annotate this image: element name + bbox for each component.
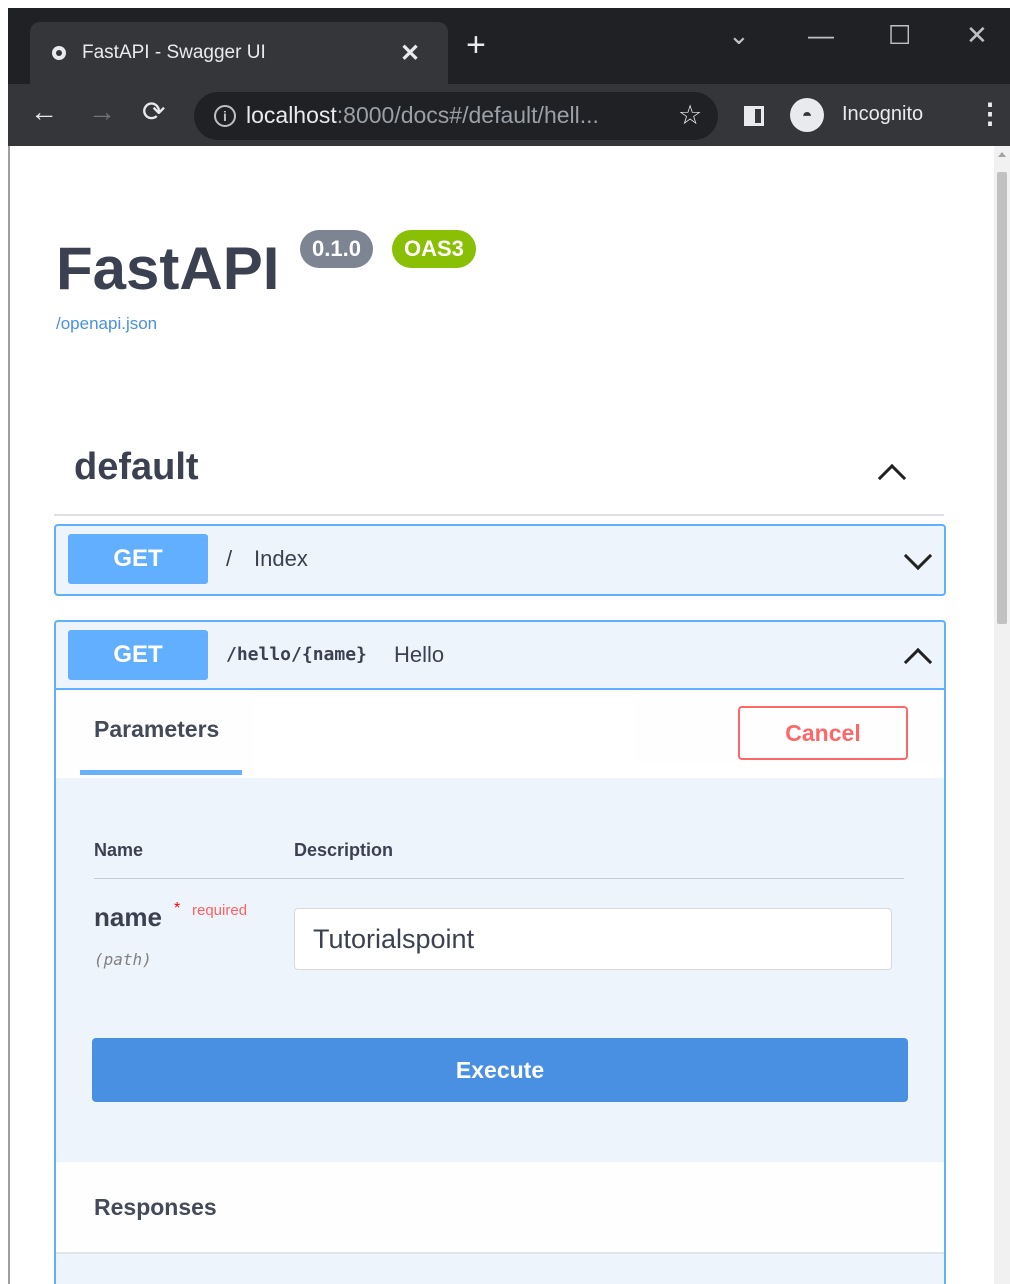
responses-header: Responses <box>56 1162 944 1254</box>
incognito-icon[interactable]: ◓ <box>790 98 824 132</box>
page-title: FastAPI <box>56 235 280 302</box>
tab-parameters[interactable]: Parameters <box>94 716 219 743</box>
parameters-header: Parameters Cancel <box>56 690 944 778</box>
tab-close-icon[interactable]: ✕ <box>400 39 420 68</box>
opblock-get-index: GET / Index <box>54 524 946 596</box>
opblock-get-hello: GET /hello/{name} Hello Parameters Cance… <box>54 620 946 1284</box>
required-star: * <box>174 900 181 917</box>
reload-icon[interactable]: ⟳ <box>142 97 165 127</box>
openapi-json-link[interactable]: /openapi.json <box>56 314 157 334</box>
incognito-label[interactable]: Incognito <box>842 103 923 126</box>
maximize-button[interactable]: ☐ <box>888 22 911 48</box>
required-label: required <box>192 902 248 919</box>
page-viewport: FastAPI 0.1.0 OAS3 /openapi.json default… <box>8 146 1010 1284</box>
side-panel-icon[interactable] <box>744 106 764 126</box>
method-badge: GET <box>68 630 208 680</box>
version-badge: 0.1.0 <box>300 230 373 268</box>
forward-arrow-icon[interactable]: → <box>88 97 116 127</box>
active-tab-indicator <box>80 770 242 775</box>
tab-title: FastAPI - Swagger UI <box>82 42 266 63</box>
parameters-table: Name Description name * required (path) <box>56 778 944 1162</box>
close-window-button[interactable]: ✕ <box>966 22 988 48</box>
tab-search-icon[interactable]: ⌄ <box>728 22 750 48</box>
bookmark-star-icon[interactable]: ☆ <box>678 100 702 131</box>
opblock-summary[interactable]: GET / Index <box>56 526 944 594</box>
browser-chrome: FastAPI - Swagger UI ✕ + ⌄ — ☐ ✕ ← → ⟳ i… <box>8 8 1010 146</box>
execute-button[interactable]: Execute <box>92 1038 908 1102</box>
back-arrow-icon[interactable]: ← <box>30 97 58 127</box>
tag-section-header[interactable]: default <box>54 436 944 516</box>
minimize-button[interactable]: — <box>808 22 834 48</box>
method-badge: GET <box>68 534 208 584</box>
browser-toolbar: ← → ⟳ i localhost:8000/docs#/default/hel… <box>8 84 1010 146</box>
browser-menu-icon[interactable]: ⋮ <box>976 97 1004 130</box>
collapse-chevron-icon[interactable] <box>903 647 933 677</box>
address-bar[interactable]: i localhost:8000/docs#/default/hell... ☆ <box>194 92 718 140</box>
browser-tab[interactable]: FastAPI - Swagger UI ✕ <box>30 22 448 84</box>
scrollbar-thumb[interactable] <box>997 172 1007 624</box>
column-header-name: Name <box>94 840 144 860</box>
name-parameter-input[interactable] <box>294 908 892 970</box>
oas-badge: OAS3 <box>392 230 476 268</box>
operation-path: /hello/{name} <box>226 644 367 665</box>
cancel-button[interactable]: Cancel <box>738 706 908 760</box>
page-scrollbar[interactable] <box>994 146 1010 1284</box>
url-text[interactable]: localhost:8000/docs#/default/hell... <box>246 102 646 129</box>
site-info-icon[interactable]: i <box>214 105 236 127</box>
parameter-name: name <box>94 902 162 932</box>
responses-title: Responses <box>94 1194 217 1220</box>
collapse-chevron-icon[interactable] <box>877 463 907 493</box>
operation-description: Hello <box>394 642 445 667</box>
fastapi-favicon-icon <box>52 46 66 60</box>
header-divider <box>94 878 904 879</box>
opblock-summary[interactable]: GET /hello/{name} Hello <box>56 622 944 690</box>
tag-name: default <box>74 446 199 488</box>
column-header-description: Description <box>294 840 394 860</box>
new-tab-button[interactable]: + <box>466 28 486 62</box>
operation-description: Index <box>254 546 308 571</box>
scroll-up-arrow-icon[interactable] <box>998 152 1006 157</box>
parameter-location: (path) <box>94 950 152 969</box>
expand-chevron-icon[interactable] <box>903 541 933 571</box>
operation-path: / <box>226 546 233 571</box>
